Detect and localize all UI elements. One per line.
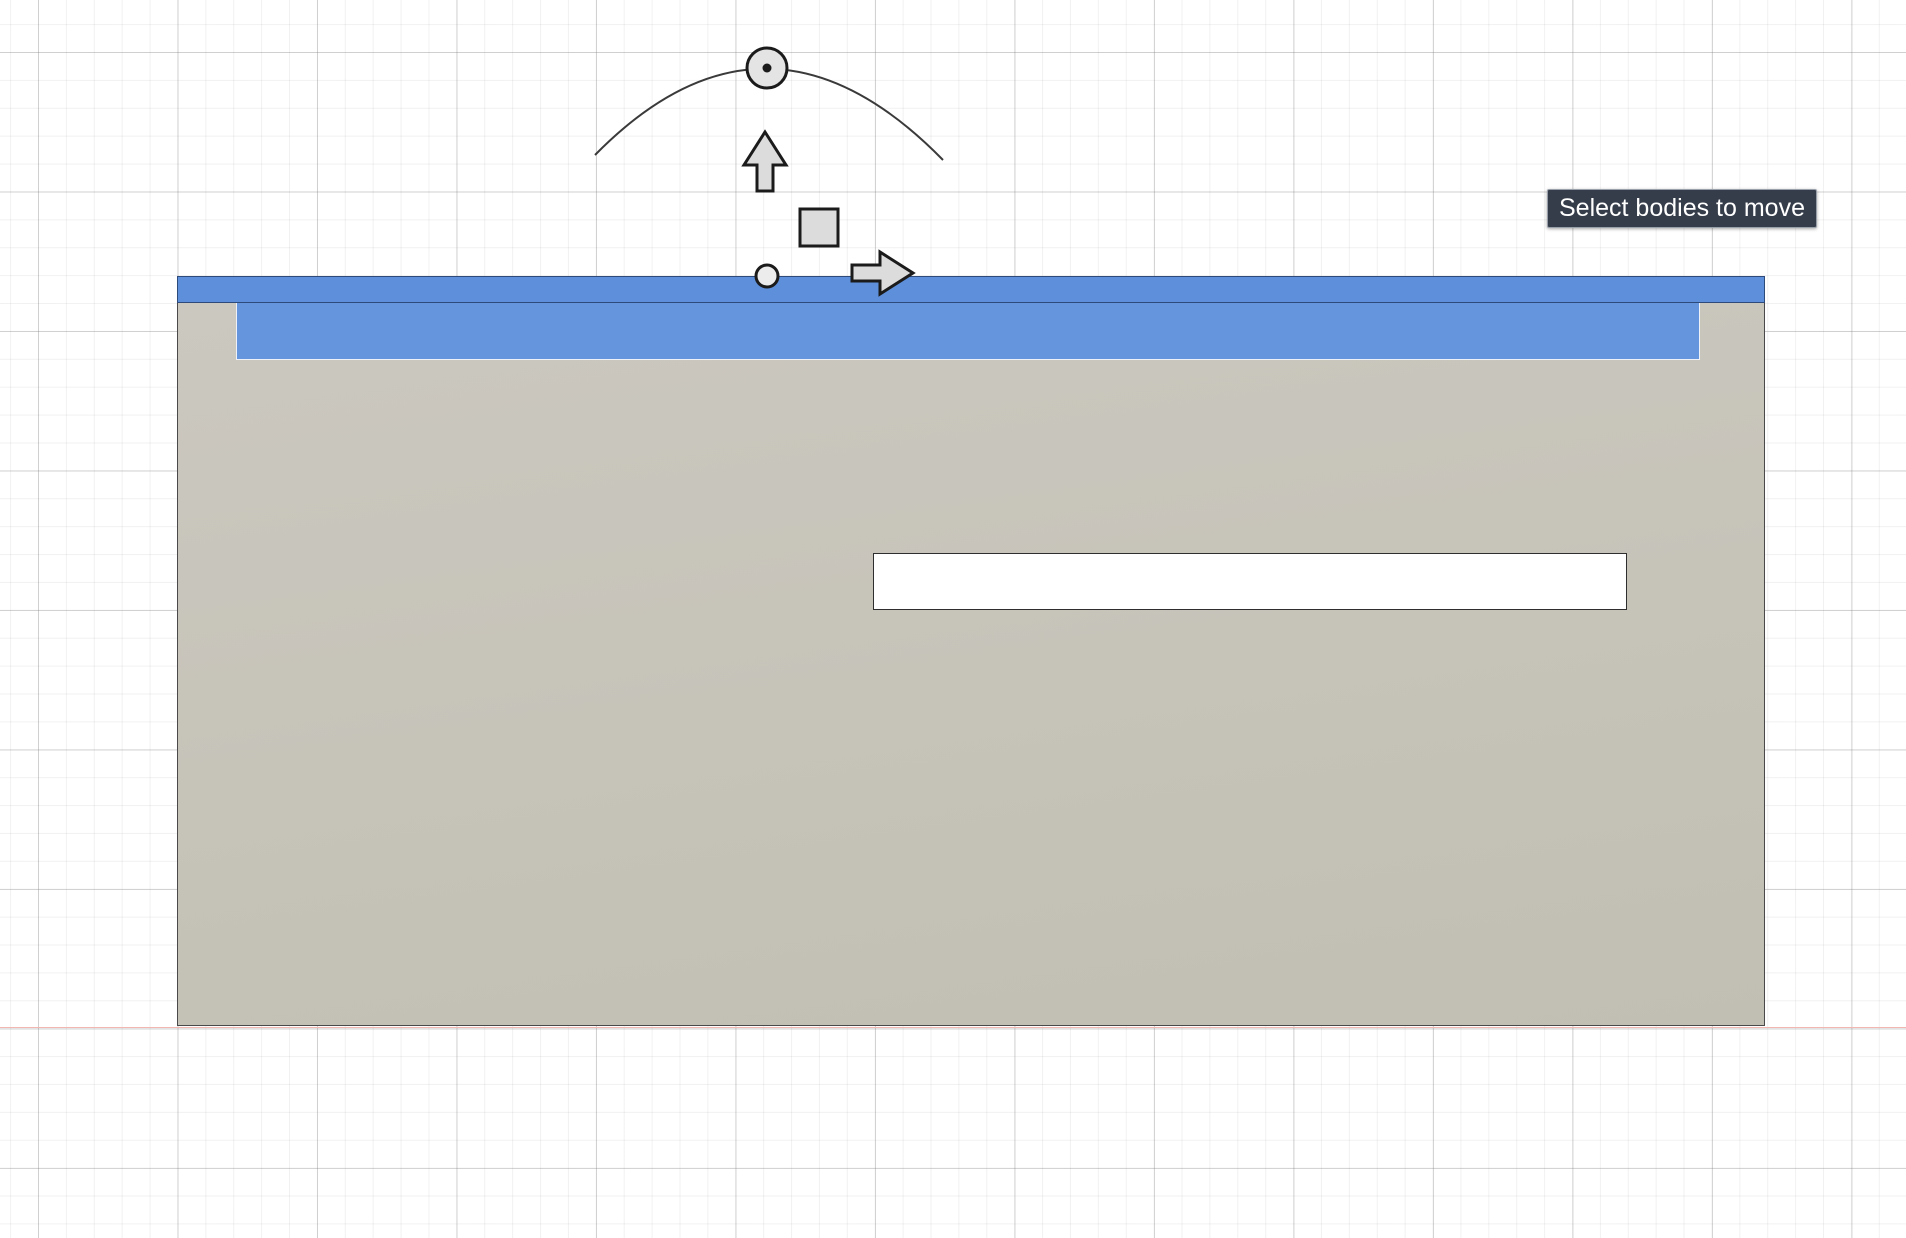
origin-point-icon[interactable] [754,263,780,289]
canvas-viewport[interactable]: Select bodies to move [0,0,1906,1238]
tooltip-text: Select bodies to move [1559,194,1805,222]
body-main[interactable] [177,276,1765,1026]
move-up-arrow-icon[interactable] [741,129,789,193]
selected-top-face[interactable] [177,276,1765,303]
selected-pocket-face[interactable] [236,303,1700,360]
x-axis-line [0,1027,1906,1028]
rotate-handle-icon[interactable] [745,46,789,90]
tooltip: Select bodies to move [1547,189,1817,228]
dimension-input-field[interactable] [873,553,1627,610]
planar-move-square-icon[interactable] [798,207,840,248]
